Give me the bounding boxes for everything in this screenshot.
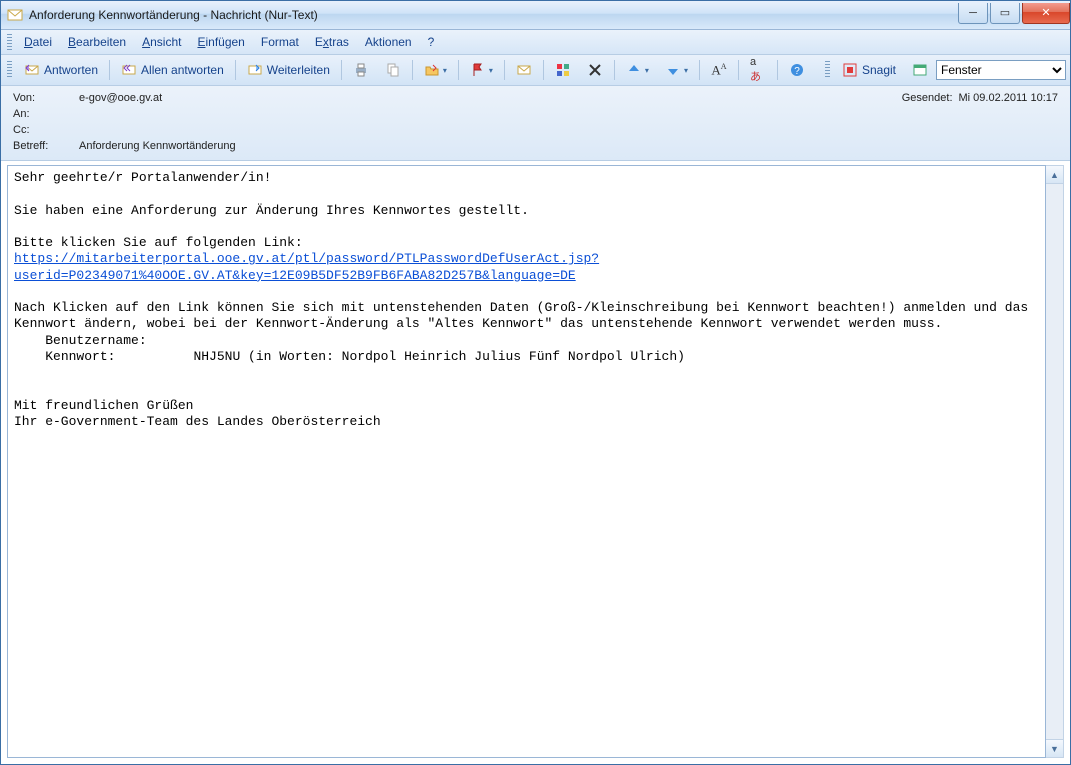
help-button[interactable]: ? [782,58,812,82]
separator [458,60,459,80]
svg-text:?: ? [794,66,800,77]
arrow-up-icon [626,62,642,78]
toolbar: Antworten Allen antworten Weiterleiten ▾… [1,55,1070,86]
menu-file[interactable]: Datei [16,32,60,52]
categorize-button[interactable] [548,58,578,82]
envelope-icon [516,62,532,78]
next-button[interactable]: ▾ [658,58,695,82]
password-link[interactable]: https://mitarbeiterportal.ooe.gv.at/ptl/… [14,251,599,282]
separator [543,60,544,80]
window-title: Anforderung Kennwortänderung - Nachricht… [29,8,956,22]
sent-value: Mi 09.02.2011 10:17 [959,92,1058,104]
snagit-label: Snagit [862,63,896,77]
copy-icon [385,62,401,78]
reply-label: Antworten [44,63,98,77]
previous-button[interactable]: ▾ [619,58,656,82]
menubar: Datei Bearbeiten Ansicht Einfügen Format… [1,30,1070,55]
reply-button[interactable]: Antworten [17,58,105,82]
message-body-container: Sehr geehrte/r Portalanwender/in! Sie ha… [7,165,1064,758]
flag-icon [470,62,486,78]
translate-button[interactable]: aあ [743,58,773,82]
dropdown-icon: ▾ [489,66,493,75]
message-body[interactable]: Sehr geehrte/r Portalanwender/in! Sie ha… [7,165,1046,758]
separator [614,60,615,80]
maximize-button[interactable]: ▭ [990,3,1020,24]
from-value: e-gov@ooe.gv.at [79,92,887,104]
separator [699,60,700,80]
menu-actions[interactable]: Aktionen [357,32,420,52]
reply-all-icon [121,62,137,78]
forward-icon [247,62,263,78]
font-size-button[interactable]: AA [704,58,734,82]
help-icon: ? [789,62,805,78]
dropdown-icon: ▾ [645,66,649,75]
titlebar: Anforderung Kennwortänderung - Nachricht… [1,1,1070,30]
separator [235,60,236,80]
separator [109,60,110,80]
to-label: An: [13,108,73,120]
menu-help[interactable]: ? [420,32,443,52]
separator [341,60,342,80]
snagit-window-button[interactable] [905,58,935,82]
flag-button[interactable]: ▾ [463,58,500,82]
message-window: Anforderung Kennwortänderung - Nachricht… [0,0,1071,765]
grip-icon [7,61,12,79]
forward-button[interactable]: Weiterleiten [240,58,337,82]
window-controls: ─ ▭ ✕ [956,3,1070,23]
menu-format[interactable]: Format [253,32,307,52]
to-value [79,108,887,120]
message-headers: Von: e-gov@ooe.gv.at Gesendet: Mi 09.02.… [1,86,1070,161]
mail-icon [7,7,23,23]
print-icon [353,62,369,78]
print-button[interactable] [346,58,376,82]
font-size-icon: AA [711,62,727,78]
close-button[interactable]: ✕ [1022,3,1070,24]
scrollbar[interactable]: ▲ ▼ [1046,165,1064,758]
dropdown-icon: ▾ [684,66,688,75]
cc-label: Cc: [13,124,73,136]
snagit-button[interactable]: Snagit [835,58,903,82]
grip-icon [7,34,12,50]
scroll-down-button[interactable]: ▼ [1046,739,1063,757]
menu-insert[interactable]: Einfügen [189,32,252,52]
menu-view[interactable]: Ansicht [134,32,189,52]
forward-label: Weiterleiten [267,63,330,77]
menu-extras[interactable]: Extras [307,32,357,52]
separator [777,60,778,80]
subject-value: Anforderung Kennwortänderung [79,140,887,152]
separator [738,60,739,80]
subject-label: Betreff: [13,140,73,152]
move-to-folder-button[interactable]: ▾ [417,58,454,82]
sent-label: Gesendet: [893,92,953,104]
mark-unread-button[interactable] [509,58,539,82]
menu-edit[interactable]: Bearbeiten [60,32,134,52]
reply-all-label: Allen antworten [141,63,224,77]
reply-icon [24,62,40,78]
minimize-button[interactable]: ─ [958,3,988,24]
arrow-down-icon [665,62,681,78]
copy-button[interactable] [378,58,408,82]
from-label: Von: [13,92,73,104]
categorize-icon [555,62,571,78]
grip-icon [825,61,830,79]
snagit-icon [842,62,858,78]
snagit-scope-select[interactable]: Fenster [936,60,1066,80]
scroll-up-button[interactable]: ▲ [1046,166,1063,184]
cc-value [79,124,887,136]
separator [412,60,413,80]
scroll-track[interactable] [1046,184,1063,739]
window-icon [912,62,928,78]
translate-icon: aあ [750,62,766,78]
snagit-scope-selector[interactable]: Fenster [936,59,1066,81]
dropdown-icon: ▾ [443,66,447,75]
reply-all-button[interactable]: Allen antworten [114,58,231,82]
delete-icon [587,62,603,78]
folder-move-icon [424,62,440,78]
delete-button[interactable] [580,58,610,82]
separator [504,60,505,80]
